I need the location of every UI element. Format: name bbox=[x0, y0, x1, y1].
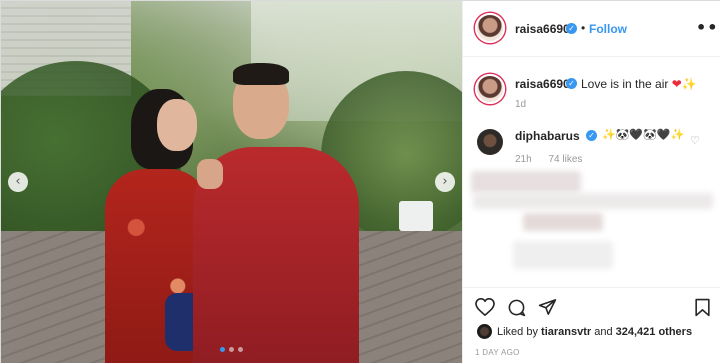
comment-likes[interactable]: 74 likes bbox=[548, 154, 582, 165]
like-heart-icon[interactable] bbox=[475, 298, 495, 316]
commenter-avatar[interactable] bbox=[477, 129, 503, 155]
post-timestamp[interactable]: 1 DAY AGO bbox=[475, 348, 520, 357]
chevron-right-icon: › bbox=[442, 174, 448, 189]
verified-badge-icon: ✓ bbox=[566, 23, 577, 34]
blurred-comment bbox=[513, 241, 613, 269]
carousel-prev-button[interactable]: ‹ bbox=[8, 172, 28, 192]
blurred-comment bbox=[473, 193, 713, 209]
author-username[interactable]: raisa6690 bbox=[515, 22, 570, 36]
liker-avatar[interactable] bbox=[477, 324, 492, 339]
sparkle-emoji-icon: ✨ bbox=[681, 77, 697, 91]
carousel-dot bbox=[229, 347, 234, 352]
comment-meta: 21h 74 likes bbox=[515, 154, 596, 165]
verified-badge-icon: ✓ bbox=[586, 130, 597, 141]
comment-like-heart-icon[interactable]: ♡ bbox=[690, 134, 700, 147]
liker-username[interactable]: tiaransvtr bbox=[541, 326, 591, 338]
likes-middle: and bbox=[591, 326, 616, 338]
more-options-icon[interactable]: ••• bbox=[696, 18, 720, 37]
man-hair bbox=[233, 63, 289, 85]
blurred-comment bbox=[471, 171, 581, 193]
carousel-dot bbox=[238, 347, 243, 352]
verified-badge-icon: ✓ bbox=[566, 78, 577, 89]
chevron-left-icon: ‹ bbox=[15, 174, 21, 189]
caption-body: Love is in the air bbox=[581, 77, 672, 91]
author-avatar[interactable] bbox=[475, 13, 505, 43]
comment-bubble-icon[interactable] bbox=[507, 298, 526, 317]
woman-hand-on-shoulder bbox=[197, 159, 223, 189]
post-header: raisa6690 ✓ • Follow ••• bbox=[463, 1, 720, 57]
post-photo[interactable]: ‹ › bbox=[1, 1, 462, 363]
follow-button[interactable]: Follow bbox=[589, 22, 627, 36]
heart-emoji-icon: ❤ bbox=[671, 77, 682, 91]
blurred-comment bbox=[523, 213, 603, 231]
instagram-post: ‹ › raisa6690 ✓ • Follow ••• raisa6690 ✓… bbox=[0, 0, 720, 363]
carousel-next-button[interactable]: › bbox=[435, 172, 455, 192]
caption-username[interactable]: raisa6690 bbox=[515, 77, 570, 91]
background-bench bbox=[399, 201, 433, 231]
caption-time[interactable]: 1d bbox=[515, 99, 526, 110]
commenter-username[interactable]: diphabarus bbox=[515, 129, 580, 143]
likes-summary: Liked by tiaransvtr and 324,421 others bbox=[463, 323, 720, 343]
post-side-panel: raisa6690 ✓ • Follow ••• raisa6690 ✓ Lov… bbox=[462, 1, 720, 363]
comment-time[interactable]: 21h bbox=[515, 154, 532, 165]
share-paper-plane-icon[interactable] bbox=[538, 298, 557, 316]
post-actions-bar bbox=[463, 287, 720, 323]
likes-prefix: Liked by bbox=[497, 326, 542, 338]
likes-text: Liked by tiaransvtr and 324,421 others bbox=[497, 326, 692, 338]
woman-face bbox=[157, 99, 197, 151]
likes-count[interactable]: 324,421 others bbox=[616, 326, 692, 338]
caption-text: Love is in the air ❤✨ bbox=[581, 77, 697, 91]
carousel-indicator bbox=[220, 347, 243, 352]
bookmark-save-icon[interactable] bbox=[694, 298, 711, 317]
comment-text: ✨🐼🖤🐼🖤✨ bbox=[602, 128, 685, 141]
header-separator: • bbox=[581, 21, 586, 35]
caption-avatar[interactable] bbox=[475, 74, 505, 104]
carousel-dot bbox=[220, 347, 225, 352]
